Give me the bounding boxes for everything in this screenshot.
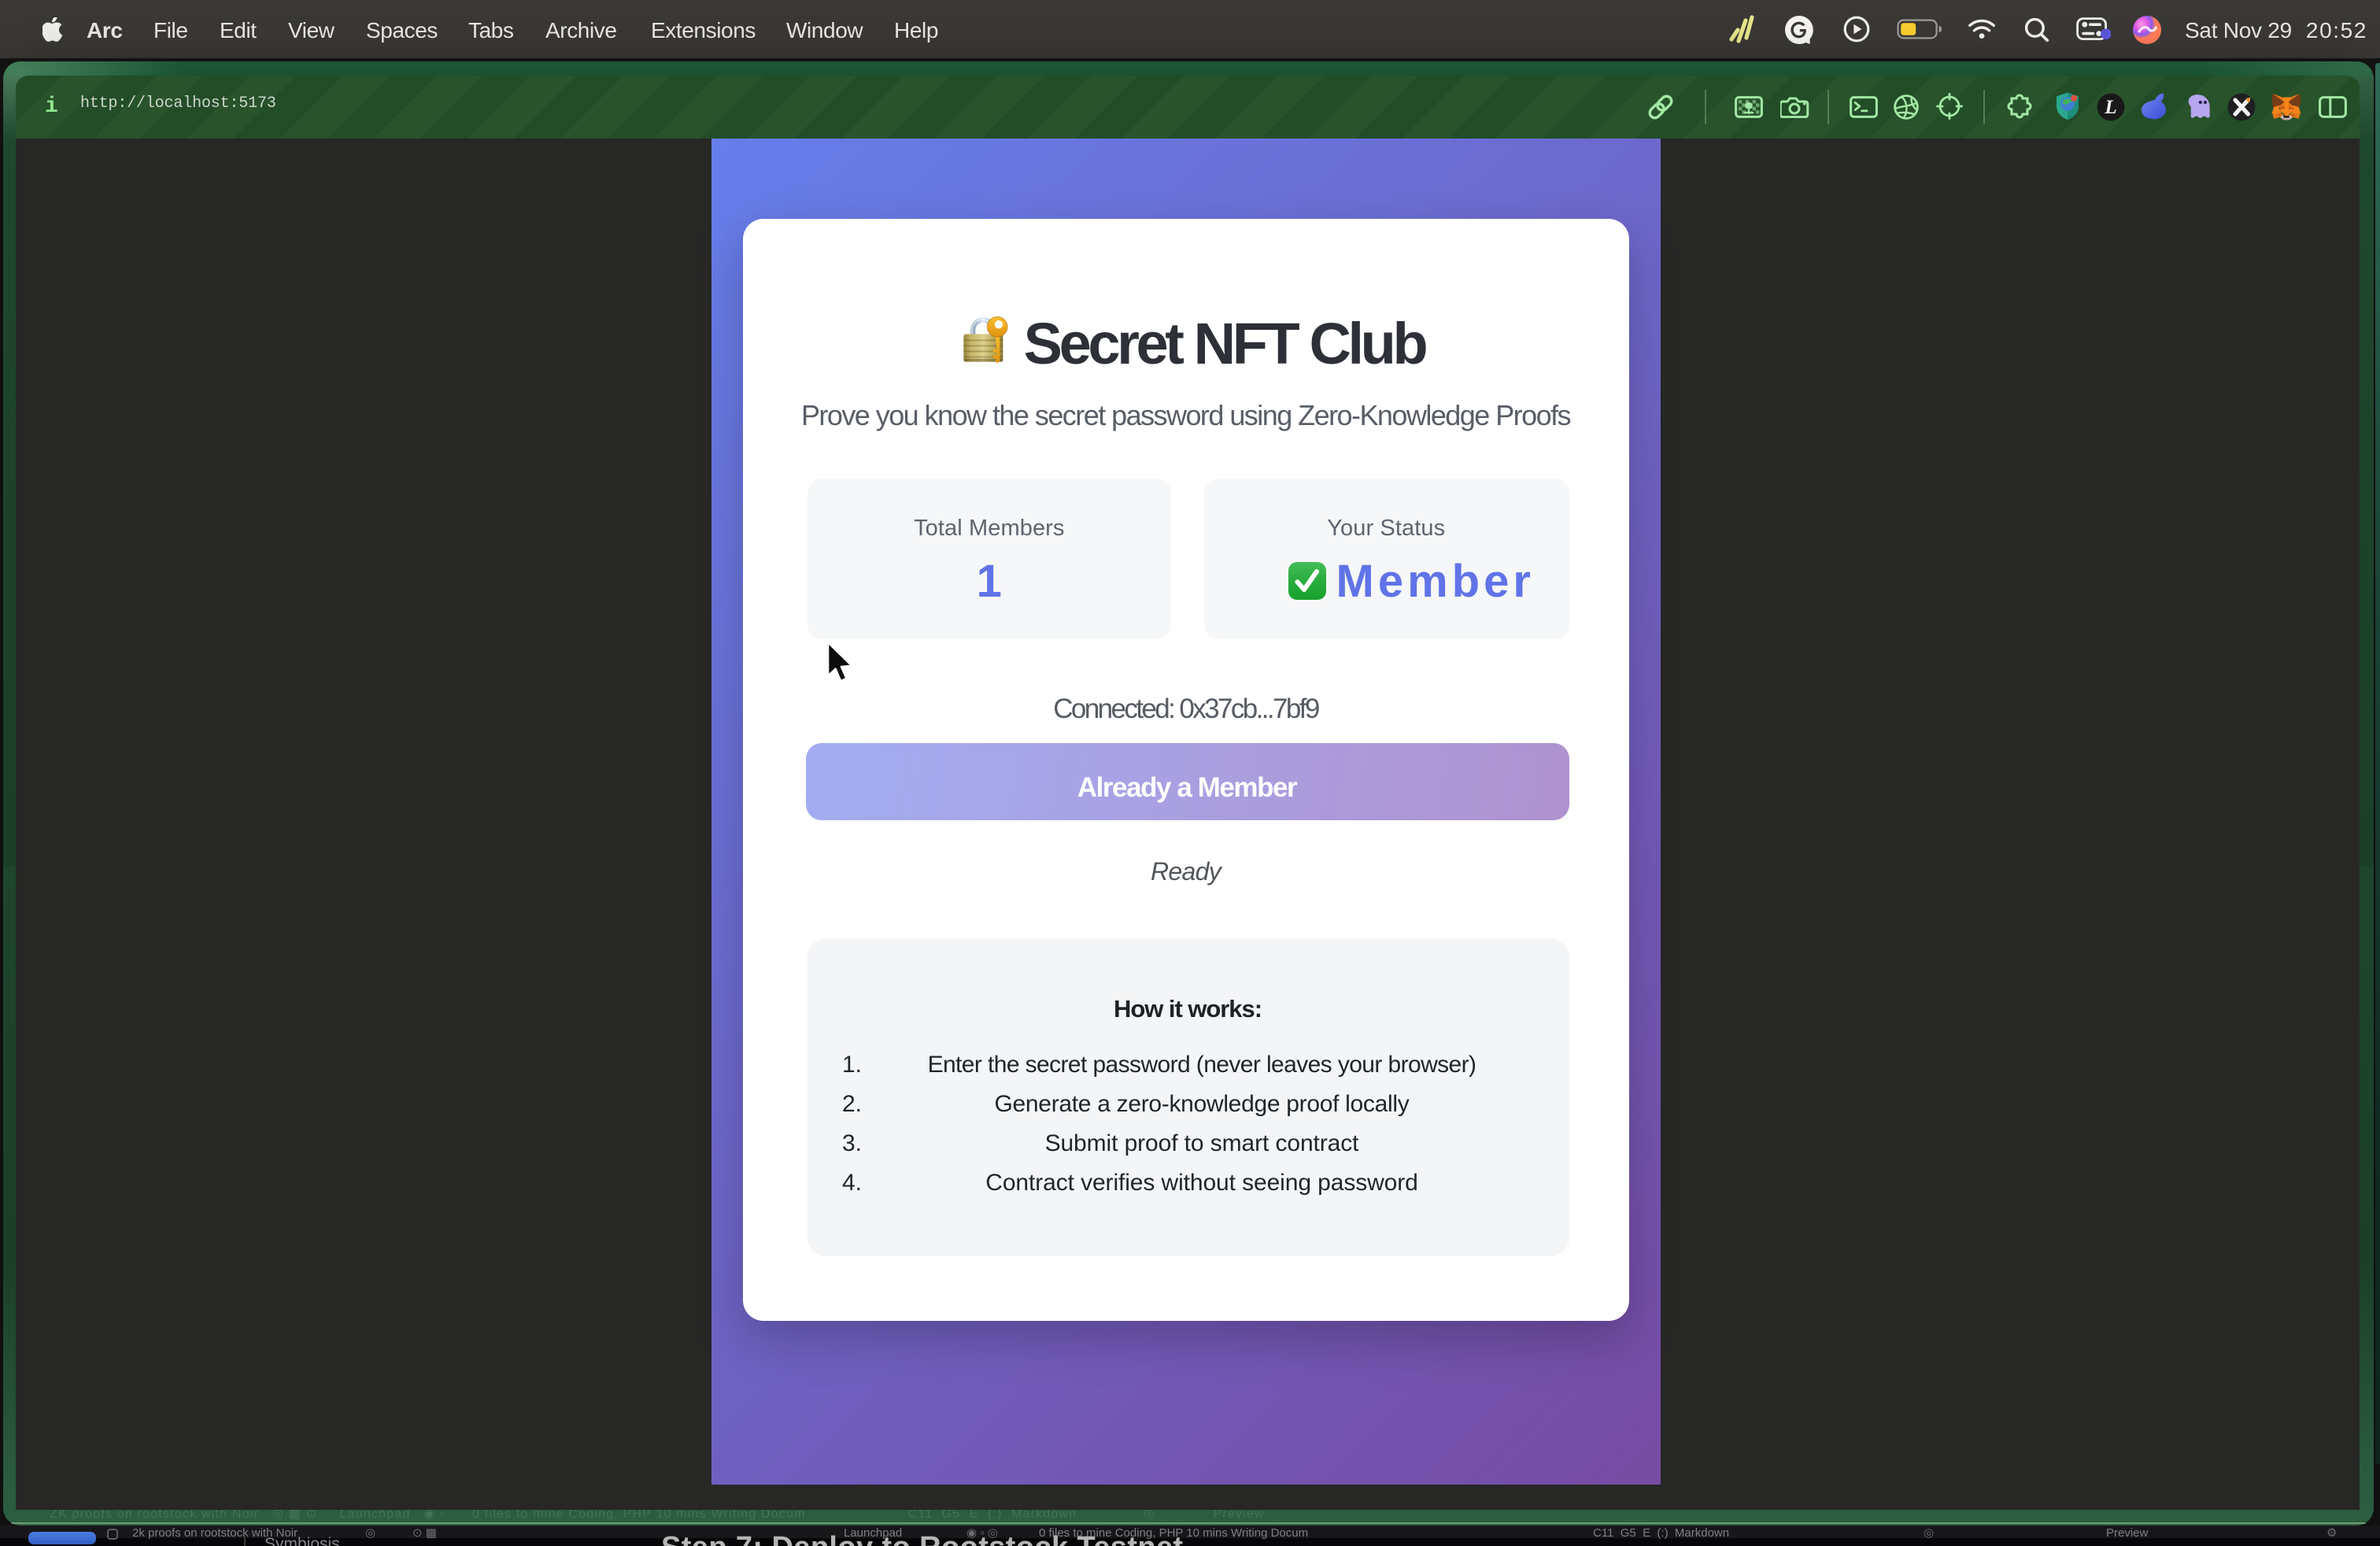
svg-text:L: L [2104, 96, 2116, 117]
